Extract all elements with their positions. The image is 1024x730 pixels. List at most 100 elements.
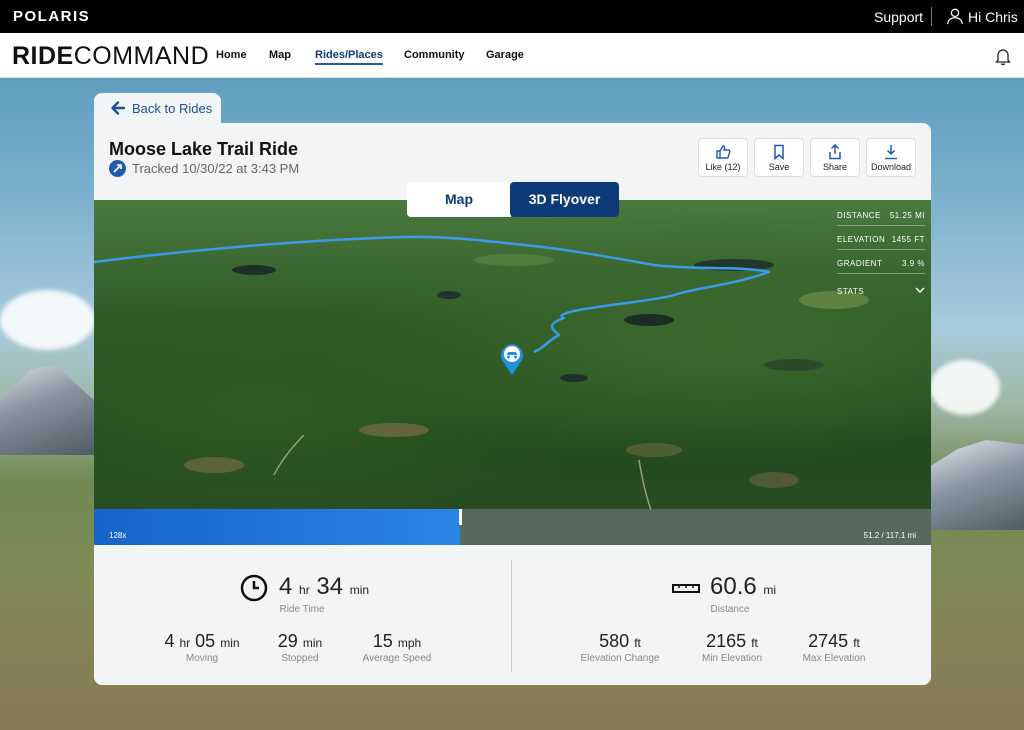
download-label: Download (870, 162, 912, 172)
download-icon (885, 145, 897, 160)
stopped-unit: min (302, 636, 323, 650)
elevation-change-number: 580 (599, 631, 630, 651)
avg-speed-value: 15 mph (357, 631, 437, 652)
share-icon (829, 144, 841, 160)
distance-value: 51.25 MI (889, 211, 925, 220)
background-cloud (0, 290, 95, 350)
nav-item-map[interactable]: Map (269, 49, 291, 61)
save-button[interactable]: Save (754, 138, 804, 177)
playback-timeline[interactable]: 128x 51.2 / 117.1 mi (94, 509, 931, 545)
bookmark-icon (774, 144, 784, 160)
overlay-distance: DISTANCE 51.25 MI (837, 211, 925, 226)
user-icon[interactable] (946, 7, 964, 25)
share-button[interactable]: Share (810, 138, 860, 177)
distance-number: 60.6 (710, 573, 757, 600)
elevation-change-label: Elevation Change (580, 653, 660, 664)
elevation-label: ELEVATION (837, 235, 886, 244)
moving-value: 4 hr 05 min (154, 631, 250, 652)
ride-time-value: 4 hr 34 min (279, 573, 369, 601)
ride-title: Moose Lake Trail Ride (109, 139, 299, 159)
stopped-label: Stopped (281, 653, 319, 664)
minutes-unit: min (349, 583, 370, 597)
ride-detail-card: Moose Lake Trail Ride Tracked 10/30/22 a… (94, 123, 931, 685)
moving-minutes: 05 (195, 631, 216, 651)
stopped-value: 29 min (264, 631, 336, 652)
min-elevation-label: Min Elevation (701, 653, 763, 664)
max-elevation-value: 2745 ft (792, 631, 876, 652)
brand-light: COMMAND (73, 42, 210, 70)
playback-position: 51.2 / 117.1 mi (863, 531, 916, 540)
share-label: Share (822, 162, 848, 172)
flyover-map[interactable]: DISTANCE 51.25 MI ELEVATION 1455 FT GRAD… (94, 200, 931, 545)
tracked-date: Tracked 10/30/22 at 3:43 PM (132, 161, 300, 176)
timeline-progress (94, 509, 460, 545)
save-label: Save (768, 162, 790, 172)
min-elevation-number: 2165 (706, 631, 747, 651)
stats-dropdown[interactable]: STATS (837, 287, 925, 301)
moving-label: Moving (185, 653, 219, 664)
vehicle-marker-icon (501, 344, 523, 375)
avg-speed-label: Average Speed (362, 653, 432, 664)
background-mountain (0, 365, 100, 455)
playback-speed[interactable]: 128x (109, 531, 126, 540)
like-button[interactable]: Like (12) (698, 138, 748, 177)
background-mountain (929, 440, 1024, 530)
background-cloud (930, 360, 1000, 415)
moving-hours-unit: hr (179, 636, 191, 650)
distance-label: DISTANCE (837, 211, 881, 220)
max-elevation-unit: ft (853, 636, 860, 650)
min-elevation-unit: ft (751, 636, 758, 650)
ride-time-hours: 4 (279, 573, 293, 600)
brand-bold: RIDE (12, 42, 74, 70)
gradient-label: GRADIENT (837, 259, 883, 268)
nav-item-garage[interactable]: Garage (486, 49, 524, 61)
moving-minutes-unit: min (220, 636, 240, 650)
moving-hours: 4 (164, 631, 175, 651)
ruler-icon (672, 584, 700, 593)
back-label: Back to Rides (132, 101, 213, 116)
stopped-number: 29 (277, 631, 298, 651)
download-button[interactable]: Download (866, 138, 916, 177)
tab-3d-flyover[interactable]: 3D Flyover (510, 182, 619, 217)
tab-map[interactable]: Map (407, 182, 511, 217)
user-greeting[interactable]: Hi Chris (968, 9, 1018, 25)
max-elevation-number: 2745 (808, 631, 849, 651)
stats-divider (511, 560, 512, 672)
clock-icon (240, 574, 268, 602)
back-to-rides-button[interactable]: Back to Rides (94, 93, 221, 125)
thumbs-up-icon (716, 145, 731, 159)
elevation-value: 1455 FT (891, 235, 925, 244)
top-bar: POLARIS Support Hi Chris (0, 0, 1024, 33)
timeline-scrubber[interactable] (458, 509, 462, 525)
ride-time-minutes: 34 (316, 573, 344, 600)
distance-value: 60.6 mi (710, 573, 776, 601)
arrow-left-icon (111, 101, 126, 115)
hours-unit: hr (299, 583, 310, 597)
overlay-gradient: GRADIENT 3.9 % (837, 259, 925, 274)
avg-speed-unit: mph (397, 636, 422, 650)
distance-label: Distance (710, 604, 750, 615)
ride-time-label: Ride Time (279, 604, 325, 615)
ridecommand-logo[interactable]: RIDECOMMAND (12, 42, 209, 71)
support-link[interactable]: Support (874, 9, 923, 25)
divider (931, 7, 932, 26)
stats-label: STATS (837, 287, 865, 296)
avg-speed-number: 15 (372, 631, 393, 651)
tracked-icon (109, 160, 126, 177)
elevation-change-unit: ft (634, 636, 641, 650)
main-nav: RIDECOMMAND Home Map Rides/Places Commun… (0, 33, 1024, 78)
nav-item-community[interactable]: Community (404, 49, 465, 61)
polaris-logo[interactable]: POLARIS (13, 8, 90, 25)
max-elevation-label: Max Elevation (802, 653, 866, 664)
notification-bell-icon[interactable] (993, 46, 1013, 66)
ride-route (94, 235, 771, 354)
distance-unit: mi (763, 583, 777, 597)
overlay-elevation: ELEVATION 1455 FT (837, 235, 925, 250)
nav-item-rides-places[interactable]: Rides/Places (315, 49, 383, 65)
min-elevation-value: 2165 ft (690, 631, 774, 652)
gradient-value: 3.9 % (902, 259, 925, 268)
nav-item-home[interactable]: Home (216, 49, 247, 61)
elevation-change-value: 580 ft (578, 631, 662, 652)
chevron-down-icon (915, 287, 925, 293)
like-label: Like (12) (705, 162, 741, 172)
